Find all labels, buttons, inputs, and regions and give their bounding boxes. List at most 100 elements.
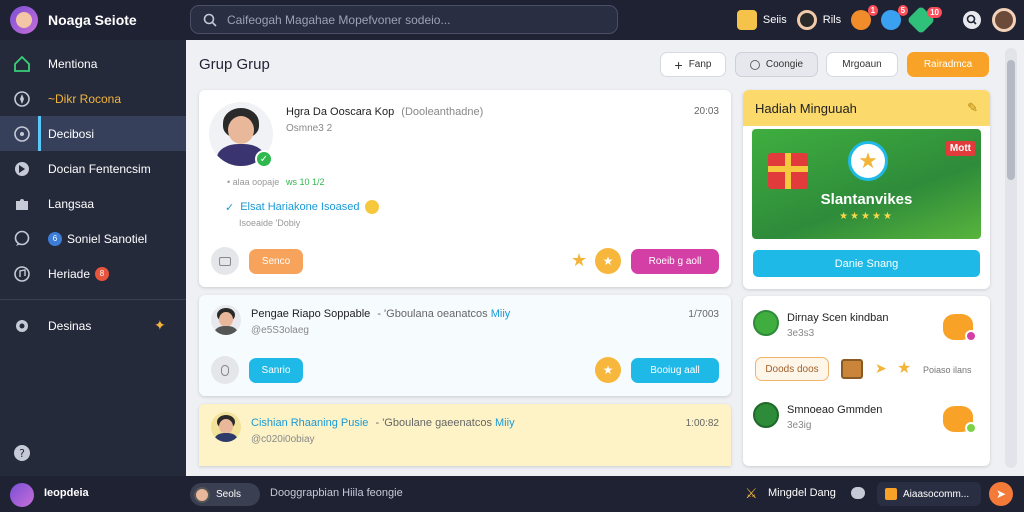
tag-button[interactable]: Sanrio <box>249 358 303 383</box>
app-name: Noaga Seiote <box>48 12 137 28</box>
sidebar: Mentiona ~Dikr Rocona Decibosi Docian Fe… <box>0 40 186 476</box>
sidebar-item-label: Desinas <box>48 318 92 333</box>
scrollbar-thumb[interactable] <box>1007 60 1015 180</box>
gift-banner[interactable]: ★ Mott Slantanvikes ★★★★★ <box>752 129 981 239</box>
post-handle: @e5S3olaeg <box>251 325 309 336</box>
pencil-icon[interactable]: ✎ <box>967 100 978 116</box>
plus-icon: + <box>674 56 683 73</box>
bottom-bar: Ieopdeia Seols Dooggrapbian Hiila feongi… <box>0 476 1024 512</box>
user-name[interactable]: Ieopdeia <box>44 487 89 499</box>
post-meta: (Dooleanthadne) <box>401 106 484 118</box>
voice-button[interactable] <box>211 356 239 384</box>
trophy-button[interactable]: 1 <box>851 5 879 30</box>
gift-banner-label: Slantanvikes <box>820 191 913 208</box>
post-stat: ws 10 1/2 <box>286 177 325 187</box>
rating-stars: ★★★★★ <box>839 211 894 222</box>
tag-button[interactable]: Senco <box>249 249 303 274</box>
gem-button[interactable]: 10 <box>906 5 952 35</box>
user-avatar[interactable] <box>10 483 34 507</box>
sidebar-divider <box>0 299 186 300</box>
trophy-small-icon: ★ <box>897 360 912 377</box>
gift-card: Hadiah Minguuah ✎ ★ Mott Slantanvikes ★★… <box>743 90 990 289</box>
sidebar-item-langsaa[interactable]: Langsaa <box>0 186 186 221</box>
post-handle: Osmne3 2 <box>286 123 333 134</box>
gift-banner-tag: Mott <box>945 141 975 156</box>
avatar[interactable] <box>211 412 241 442</box>
right-label[interactable]: Mingdel Dang <box>768 487 836 499</box>
page-title: Grup Grup <box>199 56 270 73</box>
star-icon[interactable]: ★ <box>571 250 587 271</box>
friend-row[interactable]: Dirnay Scen kindban 3e3s3 Doods doos ➤ ★… <box>743 296 990 396</box>
header-button-mrgoaun[interactable]: Mrgoaun <box>826 52 898 77</box>
gift-button-label: Danie Snang <box>834 257 899 270</box>
tag-label: Sanrio <box>261 365 291 376</box>
popcorn-button[interactable]: Seiis <box>736 10 787 30</box>
chest-icon[interactable] <box>841 359 863 379</box>
rocket-button[interactable]: 5 <box>881 5 909 30</box>
sidebar-item-rocona[interactable]: ~Dikr Rocona <box>0 81 186 116</box>
post-author[interactable]: Hgra Da Ooscara Kop (Dooleanthadne) <box>286 106 483 118</box>
post-author[interactable]: Pengae Riapo Soppable - 'Gboulana oeanat… <box>251 308 510 320</box>
friend-action-button[interactable]: Doods doos <box>755 357 829 381</box>
post-time: 1/7003 <box>688 309 719 320</box>
profile-button[interactable] <box>992 8 1016 32</box>
friend-sub: 3e3ig <box>787 420 812 431</box>
search-icon <box>203 13 217 27</box>
top-item-label: Seiis <box>762 14 787 26</box>
gift-claim-button[interactable]: Danie Snang <box>753 250 980 277</box>
header-button-coongie[interactable]: Coongie <box>735 52 818 77</box>
chat-icon <box>12 124 32 144</box>
chat-pill[interactable]: Seols <box>190 483 260 506</box>
brand[interactable]: Noaga Seiote <box>0 6 186 34</box>
action-button[interactable]: Roeib g aoll <box>631 249 719 274</box>
header-button-fanp[interactable]: + Fanp <box>660 52 726 77</box>
post-highlight-text: Elsat Hariakone Isoased <box>240 201 360 213</box>
media-button[interactable] <box>211 247 239 275</box>
action-button[interactable]: Booiug aall <box>631 358 719 383</box>
friend-row[interactable]: Smnoeao Gmmden 3e3ig <box>743 396 990 466</box>
rocket-icon: 5 <box>881 5 909 30</box>
sidebar-item-decibosi[interactable]: Decibosi <box>0 116 186 151</box>
rocket-badge: 5 <box>897 5 909 16</box>
sidebar-item-mentiona[interactable]: Mentiona <box>0 46 186 81</box>
search-input[interactable] <box>227 12 587 27</box>
home-icon <box>12 54 32 74</box>
sidebar-item-fentencsim[interactable]: Docian Fentencsim <box>0 151 186 186</box>
avatar[interactable] <box>211 305 241 335</box>
sidebar-item-label: Docian Fentencsim <box>48 161 151 176</box>
post-card: Pengae Riapo Soppable - 'Gboulana oeanat… <box>199 295 731 396</box>
search-box[interactable] <box>190 5 618 34</box>
post-author[interactable]: Cishian Rhaaning Pusie - 'Gboulane gaeen… <box>251 417 515 429</box>
online-check-icon: ✓ <box>255 150 273 168</box>
compass-icon <box>12 89 32 109</box>
chat-bubble-icon[interactable] <box>851 487 865 499</box>
header-button-label: Coongie <box>765 59 804 70</box>
fire-button[interactable]: ➤ <box>989 482 1013 506</box>
coin-button[interactable]: ★ <box>595 357 621 383</box>
help-icon[interactable]: ? <box>12 443 32 468</box>
coin-button[interactable]: ★ <box>595 248 621 274</box>
search-icon <box>963 11 981 29</box>
header-button-label: Rairadmca <box>923 59 973 70</box>
post-time: 1:00:82 <box>685 418 719 429</box>
scrollbar[interactable] <box>1005 48 1017 468</box>
friend-badge-icon <box>965 422 977 434</box>
sidebar-item-desinas[interactable]: Desinas ✦ <box>0 308 186 343</box>
friends-card: Dirnay Scen kindban 3e3s3 Doods doos ➤ ★… <box>743 296 990 466</box>
sidebar-item-label: ~Dikr Rocona <box>48 91 122 106</box>
action-label: Roeib g aoll <box>648 256 702 267</box>
sidebar-item-heriade[interactable]: Heriade 8 <box>0 256 186 291</box>
status-pill[interactable]: Aiaasocomm... <box>877 482 981 506</box>
post-author-name: Pengae Riapo Soppable <box>251 308 371 320</box>
header-button-rairadmca[interactable]: Rairadmca <box>907 52 989 77</box>
friend-sub: 3e3s3 <box>787 328 815 339</box>
sidebar-item-label: Heriade <box>48 266 91 281</box>
sidebar-item-sanotiel[interactable]: 6 Soniel Sanotiel <box>0 221 186 256</box>
sidebar-item-label: Mentiona <box>48 56 98 71</box>
avatar-button[interactable]: Rils <box>796 10 842 30</box>
top-item-label: Rils <box>822 14 842 26</box>
post-card: Cishian Rhaaning Pusie - 'Gboulane gaeen… <box>199 404 731 466</box>
friend-extra: Poiaso ilans <box>923 365 972 375</box>
friend-name: Smnoeao Gmmden <box>787 404 883 416</box>
search-button[interactable] <box>962 10 982 30</box>
